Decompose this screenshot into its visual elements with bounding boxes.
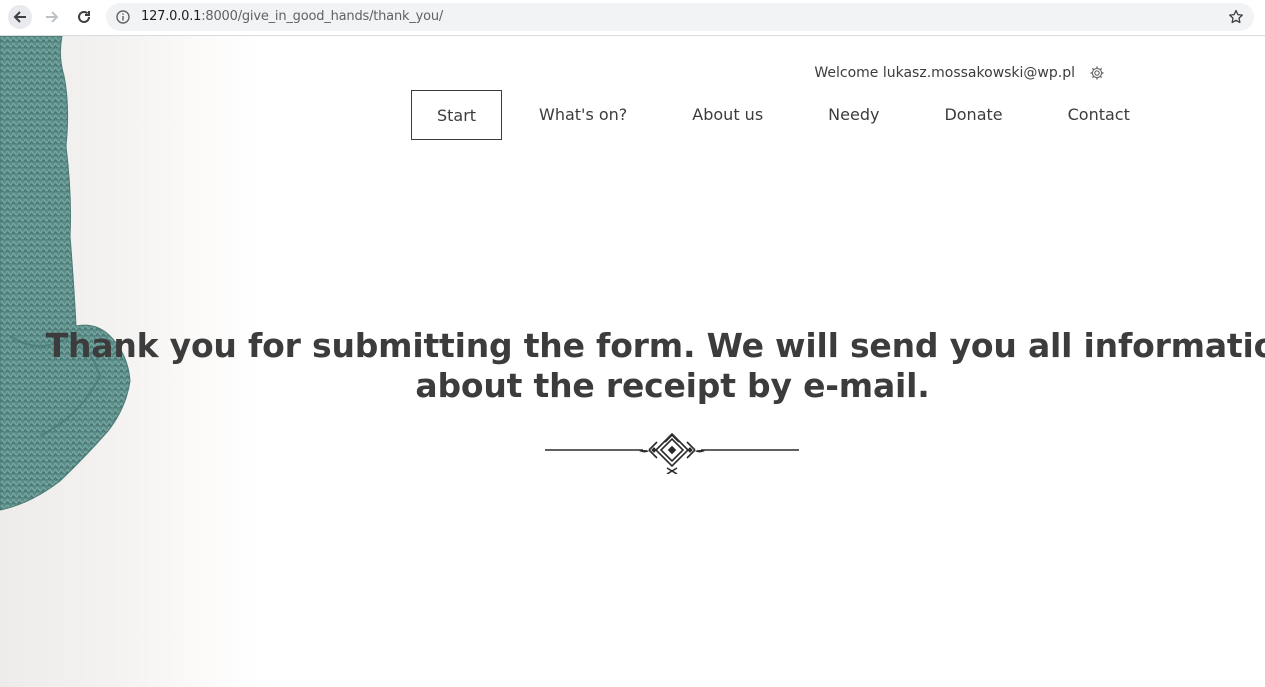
arrow-right-icon bbox=[46, 11, 59, 23]
menu-item-whats-on[interactable]: What's on? bbox=[539, 90, 627, 140]
star-icon[interactable] bbox=[1228, 9, 1244, 25]
forward-button[interactable] bbox=[40, 5, 64, 29]
browser-toolbar: 127.0.0.1:8000/give_in_good_hands/thank_… bbox=[0, 0, 1265, 36]
info-icon[interactable] bbox=[116, 10, 130, 24]
main-menu: Start What's on? About us Needy Donate C… bbox=[411, 90, 1130, 140]
gear-icon[interactable] bbox=[1089, 65, 1105, 81]
menu-item-about-us[interactable]: About us bbox=[692, 90, 763, 140]
back-button[interactable] bbox=[8, 5, 32, 29]
page-content: Welcome lukasz.mossakowski@wp.pl Start W… bbox=[0, 36, 1265, 687]
arrow-left-icon bbox=[13, 11, 26, 23]
decoration-icon bbox=[545, 432, 799, 474]
menu-item-donate[interactable]: Donate bbox=[944, 90, 1002, 140]
thank-you-heading: Thank you for submitting the form. We wi… bbox=[0, 326, 1265, 406]
heading-line-1: Thank you for submitting the form. We wi… bbox=[45, 326, 1265, 365]
welcome-area: Welcome lukasz.mossakowski@wp.pl bbox=[814, 65, 1105, 81]
reload-icon bbox=[78, 10, 90, 23]
heading-line-2: about the receipt by e-mail. bbox=[415, 366, 930, 405]
url-host: 127.0.0.1 bbox=[141, 9, 202, 24]
menu-item-contact[interactable]: Contact bbox=[1068, 90, 1130, 140]
menu-item-start[interactable]: Start bbox=[411, 90, 502, 140]
reload-button[interactable] bbox=[72, 5, 96, 29]
knitted-scarf-image bbox=[0, 36, 131, 511]
menu-item-needy[interactable]: Needy bbox=[828, 90, 879, 140]
url-path: :8000/give_in_good_hands/thank_you/ bbox=[201, 9, 444, 24]
address-bar[interactable]: 127.0.0.1:8000/give_in_good_hands/thank_… bbox=[106, 3, 1254, 31]
url-text[interactable]: 127.0.0.1:8000/give_in_good_hands/thank_… bbox=[141, 9, 443, 25]
welcome-text: Welcome lukasz.mossakowski@wp.pl bbox=[814, 65, 1075, 81]
